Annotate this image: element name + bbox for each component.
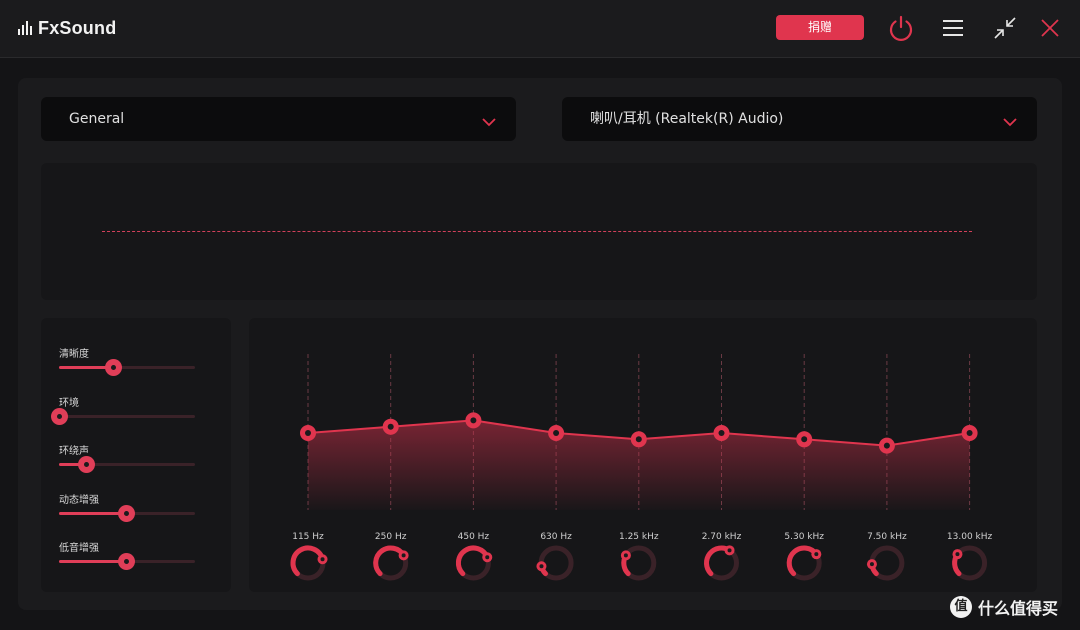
effect-slider: 动态增强	[59, 491, 195, 531]
slider-fill	[59, 560, 126, 563]
donate-button[interactable]: 捐赠	[776, 15, 864, 40]
eq-band-handle[interactable]	[961, 425, 978, 441]
effect-slider: 环绕声	[59, 442, 195, 482]
effect-slider: 清晰度	[59, 345, 195, 385]
slider-knob[interactable]	[78, 456, 96, 473]
app-logo: FxSound	[18, 16, 116, 40]
eq-band-freq-label: 2.70 kHz	[702, 532, 742, 542]
chevron-down-icon	[482, 112, 496, 131]
slider-fill	[59, 511, 126, 515]
spectrum-visualizer	[41, 163, 1037, 300]
menu-icon[interactable]	[936, 11, 970, 45]
watermark-badge: 值	[950, 596, 972, 618]
watermark-text: 什么值得买	[978, 599, 1059, 618]
eq-band-freq-label: 1.25 kHz	[619, 532, 659, 542]
slider-track[interactable]	[59, 414, 195, 418]
slider-knob[interactable]	[117, 504, 135, 522]
eq-band-knob[interactable]	[536, 545, 574, 581]
eq-band-freq-label: 13.00 kHz	[947, 532, 993, 542]
slider-track[interactable]	[59, 366, 195, 369]
eq-band-knob[interactable]	[455, 545, 493, 581]
preset-dropdown[interactable]: General	[41, 97, 516, 141]
eq-band-handle[interactable]	[713, 425, 730, 441]
effects-panel: 清晰度环境环绕声动态增强低音增强	[41, 318, 231, 592]
eq-band-handle[interactable]	[796, 431, 813, 448]
eq-band-knob[interactable]	[704, 545, 739, 581]
effect-slider: 低音增强	[59, 539, 195, 579]
effect-slider-label: 低音增强	[59, 543, 99, 554]
effect-slider-label: 清晰度	[59, 349, 89, 360]
eq-band-handle[interactable]	[630, 431, 647, 448]
eq-band-knob[interactable]	[952, 545, 988, 581]
close-icon[interactable]	[1033, 11, 1067, 45]
effect-slider-label: 环境	[59, 397, 79, 409]
output-device-dropdown[interactable]: 喇叭/耳机 (Realtek(R) Audio)	[562, 97, 1037, 141]
eq-band-freq-label: 450 Hz	[458, 532, 490, 542]
eq-band-freq-label: 5.30 kHz	[784, 532, 824, 542]
app-name: FxSound	[38, 17, 117, 38]
slider-knob[interactable]	[105, 359, 123, 376]
equalizer-graph: 115 Hz 250 Hz 450 Hz 630 Hz 1.25 kHz 2.70 kHz…	[290, 354, 993, 581]
eq-band-freq-label: 115 Hz	[292, 532, 324, 542]
chevron-down-icon	[1003, 112, 1017, 131]
eq-band-handle[interactable]	[382, 418, 399, 435]
power-icon[interactable]	[884, 11, 918, 45]
eq-band-handle[interactable]	[878, 437, 895, 454]
equalizer-panel: 115 Hz 250 Hz 450 Hz 630 Hz 1.25 kHz 2.70 kHz…	[249, 318, 1037, 592]
eq-band-handle[interactable]	[548, 425, 565, 441]
eq-band-knob[interactable]	[373, 545, 409, 581]
eq-band-knob[interactable]	[786, 545, 822, 581]
effect-slider-label: 动态增强	[59, 494, 99, 506]
effect-slider-label: 环绕声	[59, 446, 89, 457]
eq-band-freq-label: 7.50 kHz	[867, 532, 907, 542]
eq-band-freq-label: 630 Hz	[540, 532, 572, 542]
watermark: 值 什么值得买	[950, 594, 1058, 620]
logo-bars-icon	[18, 21, 32, 35]
eq-band-knob[interactable]	[866, 545, 905, 581]
effect-slider: 环境	[51, 394, 195, 434]
eq-band-handle[interactable]	[465, 412, 482, 429]
eq-band-knob[interactable]	[620, 545, 657, 581]
preset-selected-label: General	[69, 111, 125, 127]
slider-knob[interactable]	[117, 553, 135, 570]
eq-band-knob[interactable]	[290, 545, 328, 581]
eq-band-handle[interactable]	[300, 425, 316, 441]
collapse-icon[interactable]	[988, 11, 1022, 45]
slider-knob[interactable]	[51, 407, 68, 425]
title-bar: FxSound 捐赠	[0, 0, 1080, 58]
visualizer-baseline	[102, 231, 972, 232]
output-device-selected-label: 喇叭/耳机 (Realtek(R) Audio)	[590, 111, 784, 127]
eq-band-freq-label: 250 Hz	[375, 532, 407, 542]
